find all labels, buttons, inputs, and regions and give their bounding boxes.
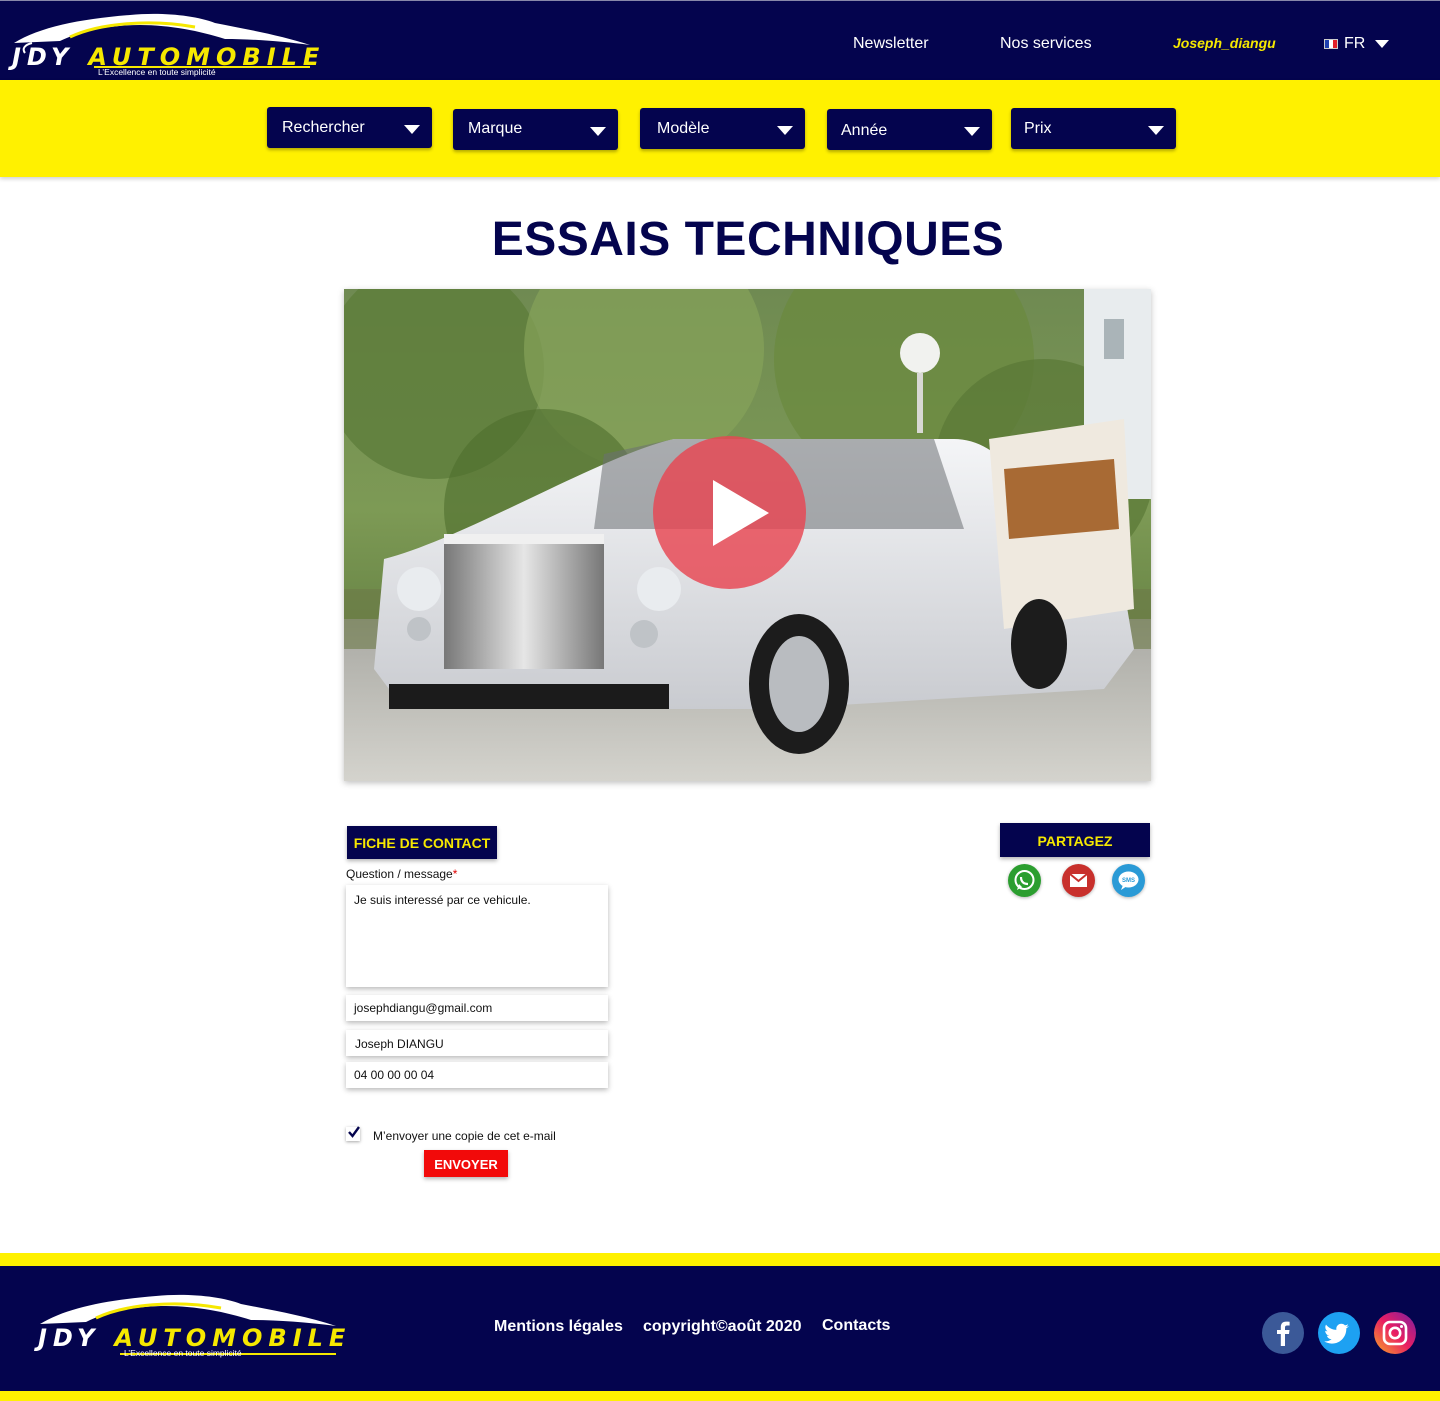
filter-price-dropdown[interactable]: Prix (1011, 108, 1176, 149)
filter-label: Modèle (657, 120, 710, 137)
page-title: ESSAIS TECHNIQUES (491, 213, 1005, 266)
phone-field[interactable]: 04 00 00 00 04 (346, 1062, 608, 1088)
send-copy-label: M’envoyer une copie de cet e-mail (373, 1129, 556, 1143)
facebook-icon[interactable] (1262, 1312, 1304, 1354)
sms-icon[interactable]: SMS (1112, 864, 1145, 897)
footer-contacts-link[interactable]: Contacts (822, 1317, 890, 1335)
brand-logo[interactable]: JDY AUTOMOBILE L’Excellence en toute simp… (10, 9, 320, 79)
footer-brand-logo[interactable]: JDY AUTOMOBILE L’Excellence en toute simp… (36, 1290, 346, 1360)
language-code: FR (1344, 35, 1366, 52)
filter-label: Prix (1024, 120, 1052, 137)
chevron-down-icon (590, 127, 606, 136)
footer-copyright: copyright©août 2020 (643, 1318, 802, 1335)
logo-tagline: L’Excellence en toute simplicité (98, 67, 216, 77)
share-heading: PARTAGEZ (1000, 823, 1150, 857)
whatsapp-icon[interactable] (1008, 864, 1041, 897)
gmail-icon[interactable] (1062, 864, 1095, 897)
contact-form-heading: FICHE DE CONTACT (347, 826, 497, 859)
search-filter-bar: Rechercher Marque Modèle Année Prix (0, 80, 1440, 177)
play-icon (713, 480, 769, 546)
filter-brand-dropdown[interactable]: Marque (453, 109, 618, 150)
footer-legal-link[interactable]: Mentions légales (494, 1318, 623, 1336)
user-account-link[interactable]: Joseph_diangu (1173, 35, 1276, 51)
french-flag-icon (1324, 39, 1338, 49)
language-selector[interactable]: FR (1324, 35, 1390, 53)
nav-services-link[interactable]: Nos services (1000, 35, 1092, 53)
top-navigation-bar: JDY AUTOMOBILE L’Excellence en toute simp… (0, 0, 1440, 80)
email-field[interactable]: josephdiangu@gmail.com (346, 995, 608, 1021)
instagram-icon[interactable] (1374, 1312, 1416, 1354)
chevron-down-icon (404, 125, 420, 134)
message-textarea[interactable]: Je suis interessé par ce vehicule. (346, 885, 608, 987)
filter-model-dropdown[interactable]: Modèle (640, 108, 805, 149)
filter-label: Année (841, 122, 888, 139)
twitter-icon[interactable] (1318, 1312, 1360, 1354)
message-field-label: Question / message* (346, 867, 458, 881)
play-button[interactable] (653, 436, 806, 589)
send-copy-checkbox[interactable] (346, 1126, 360, 1141)
chevron-down-icon (1375, 40, 1390, 48)
chevron-down-icon (777, 126, 793, 135)
footer-bottom-stripe (0, 1391, 1440, 1401)
checkmark-icon (348, 1126, 360, 1138)
filter-label: Rechercher (282, 119, 365, 136)
footer-top-stripe (0, 1253, 1440, 1266)
chevron-down-icon (1148, 126, 1164, 135)
send-button[interactable]: ENVOYER (424, 1150, 508, 1177)
logo-tagline: L’Excellence en toute simplicité (124, 1348, 242, 1358)
sms-label: SMS (1122, 878, 1135, 884)
filter-search-dropdown[interactable]: Rechercher (267, 107, 432, 148)
filter-label: Marque (468, 120, 523, 137)
filter-year-dropdown[interactable]: Année (827, 109, 992, 150)
nav-newsletter-link[interactable]: Newsletter (853, 35, 929, 53)
name-field[interactable]: Joseph DIANGU (346, 1030, 608, 1056)
chevron-down-icon (964, 127, 980, 136)
